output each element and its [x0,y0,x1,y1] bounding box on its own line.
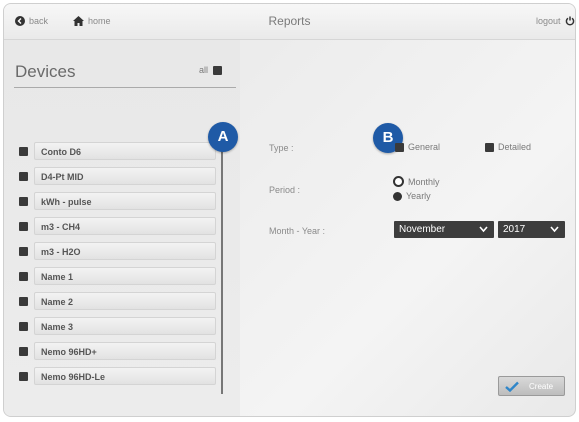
list-item[interactable]: m3 - H2O [19,242,219,260]
devices-title: Devices [15,62,76,81]
logout-label: logout [536,16,561,26]
device-label[interactable]: Name 3 [34,317,216,335]
device-label[interactable]: Name 2 [34,292,216,310]
device-label[interactable]: Nemo 96HD-Le [34,367,216,385]
month-year-label: Month - Year : [269,226,326,236]
general-label: General [408,142,441,152]
device-checkbox[interactable] [19,272,28,281]
type-detailed-option[interactable]: Detailed [485,142,531,152]
list-item[interactable]: Nemo 96HD+ [19,342,219,360]
select-all-checkbox[interactable] [213,65,223,75]
device-label[interactable]: m3 - H2O [34,242,216,260]
device-checkbox[interactable] [19,247,28,256]
device-label[interactable]: Conto D6 [34,142,216,160]
page-title: Reports [268,14,311,28]
create-label: Create [529,381,554,391]
top-bar: back home Reports logout [4,4,575,40]
app-window: back home Reports logout Devices all Con… [3,3,576,417]
device-checkbox[interactable] [19,347,28,356]
device-checkbox[interactable] [19,147,28,156]
general-checkbox[interactable] [395,142,404,152]
device-checkbox[interactable] [19,172,28,181]
yearly-radio[interactable] [393,191,402,201]
devices-divider [14,87,236,88]
list-item[interactable]: Name 3 [19,317,219,335]
month-value: November [399,224,446,235]
list-item[interactable]: Name 2 [19,292,219,310]
type-general-option[interactable]: General [395,142,440,152]
year-value: 2017 [503,224,526,235]
logout-button[interactable]: logout [536,16,575,26]
device-list-scrollbar[interactable] [221,149,223,394]
period-label: Period : [269,185,301,195]
type-label: Type : [269,143,294,153]
device-checkbox[interactable] [19,222,28,231]
year-select[interactable]: 2017 [498,221,565,238]
list-item[interactable]: Conto D6 [19,142,219,160]
device-label[interactable]: m3 - CH4 [34,217,216,235]
device-checkbox[interactable] [19,372,28,381]
detailed-label: Detailed [498,142,532,152]
device-label[interactable]: Name 1 [34,267,216,285]
device-label[interactable]: D4-Pt MID [34,167,216,185]
device-label[interactable]: Nemo 96HD+ [34,342,216,360]
period-yearly-option[interactable]: Yearly [393,191,431,201]
device-checkbox[interactable] [19,322,28,331]
chevron-down-icon [479,226,488,233]
yearly-label: Yearly [406,191,431,201]
list-item[interactable]: Nemo 96HD-Le [19,367,219,385]
detailed-checkbox[interactable] [485,142,494,152]
device-checkbox[interactable] [19,297,28,306]
list-item[interactable]: Name 1 [19,267,219,285]
chevron-down-icon [550,226,559,233]
period-monthly-option[interactable]: Monthly [393,176,440,187]
list-item[interactable]: D4-Pt MID [19,167,219,185]
callout-badge-a: A [208,122,238,152]
device-label[interactable]: kWh - pulse [34,192,216,210]
list-item[interactable]: m3 - CH4 [19,217,219,235]
power-icon [565,16,574,26]
device-checkbox[interactable] [19,197,28,206]
list-item[interactable]: kWh - pulse [19,192,219,210]
month-select[interactable]: November [394,221,494,238]
checkmark-icon [505,381,519,392]
select-all-control[interactable]: all [199,65,223,75]
monthly-label: Monthly [408,176,440,187]
monthly-radio[interactable] [393,176,404,187]
create-button[interactable]: Create [498,376,565,396]
all-label: all [199,65,209,75]
